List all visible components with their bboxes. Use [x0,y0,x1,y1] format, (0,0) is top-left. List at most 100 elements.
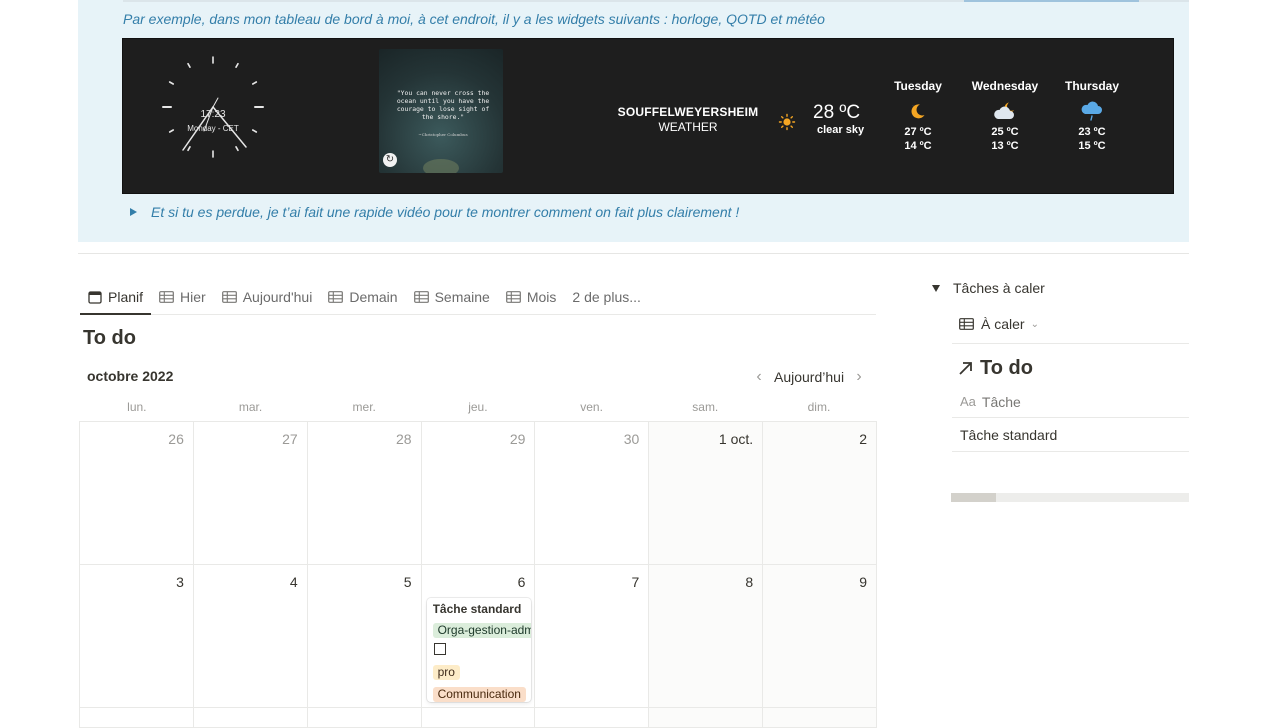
calendar-day[interactable]: 6 Tâche standard Orga-gestion-admin pro … [421,565,536,708]
calendar-day[interactable]: 3 [80,565,194,708]
calendar-grid: 26 27 28 29 30 1 oct. 2 3 4 5 6 Tâche st… [79,421,878,728]
tab-label: Demain [349,289,398,305]
calendar-day[interactable]: 26 [80,422,194,565]
weekday-header: lun. mar. mer. jeu. ven. sam. dim. [80,400,876,414]
tab-planif[interactable]: Planif [80,280,152,315]
rain-cloud-icon [1047,97,1137,125]
side-title-text: To do [980,357,1033,379]
chevron-left-icon[interactable]: ‹ [748,366,770,388]
video-toggle[interactable]: Et si tu es perdue, je t’ai fait une rap… [130,204,739,220]
day-number: 4 [289,574,298,590]
tab-aujourdhui[interactable]: Aujourd'hui [214,280,321,314]
month-label: octobre 2022 [87,368,174,384]
toggle-triangle-icon[interactable] [932,284,940,292]
widget-strip: 17:23 Monday - CET "You can never cross … [122,38,1174,194]
forecast-day-3: Thursday 23 ºC 15 ºC [1047,79,1137,153]
calendar-day[interactable]: 7 [535,565,650,708]
tab-hier[interactable]: Hier [151,280,214,314]
arrow-up-right-icon [959,362,972,375]
clock-time: 17:23 [200,109,226,120]
forecast-day-1: Tuesday 27 ºC 14 ºC [873,79,963,153]
calendar-icon [88,291,102,304]
weekday-label: jeu. [468,400,488,414]
calendar-day[interactable]: 30 [535,422,650,565]
day-number: 27 [282,431,298,447]
row-title: Tâche standard [960,426,1058,443]
tab-mois[interactable]: Mois [498,280,565,314]
calendar-week: 26 27 28 29 30 1 oct. 2 [80,422,878,565]
calendar-day[interactable] [307,708,422,728]
weekday-label: ven. [580,400,603,414]
today-button[interactable]: Aujourd’hui [770,369,848,385]
weekday-label: sam. [692,400,719,414]
toggle-triangle-icon[interactable] [130,208,137,216]
horizontal-scrollbar[interactable] [951,493,1189,502]
calendar-day[interactable] [535,708,650,728]
calendar-day[interactable]: 8 [649,565,764,708]
chevron-right-icon[interactable]: › [848,366,870,388]
clock-widget: 17:23 Monday - CET [153,47,273,167]
table-icon [413,291,429,303]
forecast-low: 14 ºC [904,140,932,152]
event-checkbox[interactable] [433,643,446,655]
side-db-title[interactable]: To do [958,357,1033,380]
calendar-day[interactable]: 9 [763,565,878,708]
weather-condition: clear sky [817,124,865,136]
day-number: 26 [168,431,184,447]
calendar-day[interactable]: 5 [307,565,422,708]
side-toggle[interactable]: Tâches à caler [932,280,1045,296]
day-number: 28 [396,431,412,447]
day-number: 5 [403,574,412,590]
forecast-day-2: Wednesday 25 ºC 13 ºC [959,79,1051,153]
tab-more[interactable]: 2 de plus... [564,280,649,314]
day-number: 1 oct. [718,431,754,447]
side-column-header[interactable]: Aa Tâche [952,386,1189,418]
table-icon [159,291,174,303]
tab-label: Mois [526,289,557,305]
calendar-day[interactable] [649,708,764,728]
tab-demain[interactable]: Demain [320,280,405,314]
forecast-day-name: Tuesday [894,79,942,93]
forecast-high: 25 ºC [991,126,1019,138]
calendar-day[interactable]: 28 [307,422,422,565]
day-number: 8 [745,574,754,590]
side-divider [952,343,1189,344]
clock-date: Monday - CET [187,124,239,133]
calendar-day[interactable] [421,708,536,728]
calendar-day[interactable]: 27 [193,422,308,565]
view-title[interactable]: To do [83,327,136,350]
video-toggle-text: Et si tu es perdue, je t’ai fait une rap… [151,204,740,220]
clock-face-icon [162,56,264,158]
calendar-day[interactable] [80,708,194,728]
day-number: 30 [623,431,640,447]
calendar-day[interactable] [193,708,308,728]
calendar-day[interactable]: 4 [193,565,308,708]
forecast-day-name: Wednesday [971,79,1039,93]
qotd-author: ~Christopher Columbus [418,132,468,137]
cloud-moon-icon [959,97,1051,125]
moon-icon [873,97,963,125]
calendar-day[interactable] [763,708,878,728]
refresh-icon[interactable]: ↻ [383,153,397,167]
event-card[interactable]: Tâche standard Orga-gestion-admin pro Co… [426,598,531,702]
day-number: 3 [176,574,184,590]
day-number: 2 [859,431,868,447]
weekday-label: mer. [352,400,376,414]
calendar-day[interactable]: 29 [421,422,536,565]
scrollbar-thumb[interactable] [951,493,996,502]
side-toggle-label: Tâches à caler [953,280,1045,296]
weekday-label: lun. [127,400,147,414]
calendar-day[interactable]: 1 oct. [649,422,764,565]
side-table-row[interactable]: Tâche standard [952,418,1189,452]
forecast-low: 15 ºC [1078,140,1106,152]
chevron-down-icon[interactable]: ⌄ [1031,319,1039,330]
view-tabs: Planif Hier Aujourd'hui Demain Semaine M… [80,280,876,315]
side-view-selector[interactable]: À caler ⌄ [959,316,1039,332]
sun-icon [778,113,796,136]
tab-label: Semaine [434,289,490,305]
calendar-nav: ‹ Aujourd’hui › [748,366,870,388]
day-number: 29 [509,431,526,447]
calendar-day[interactable]: 2 [763,422,878,565]
table-icon [505,291,521,303]
tab-semaine[interactable]: Semaine [406,280,498,314]
